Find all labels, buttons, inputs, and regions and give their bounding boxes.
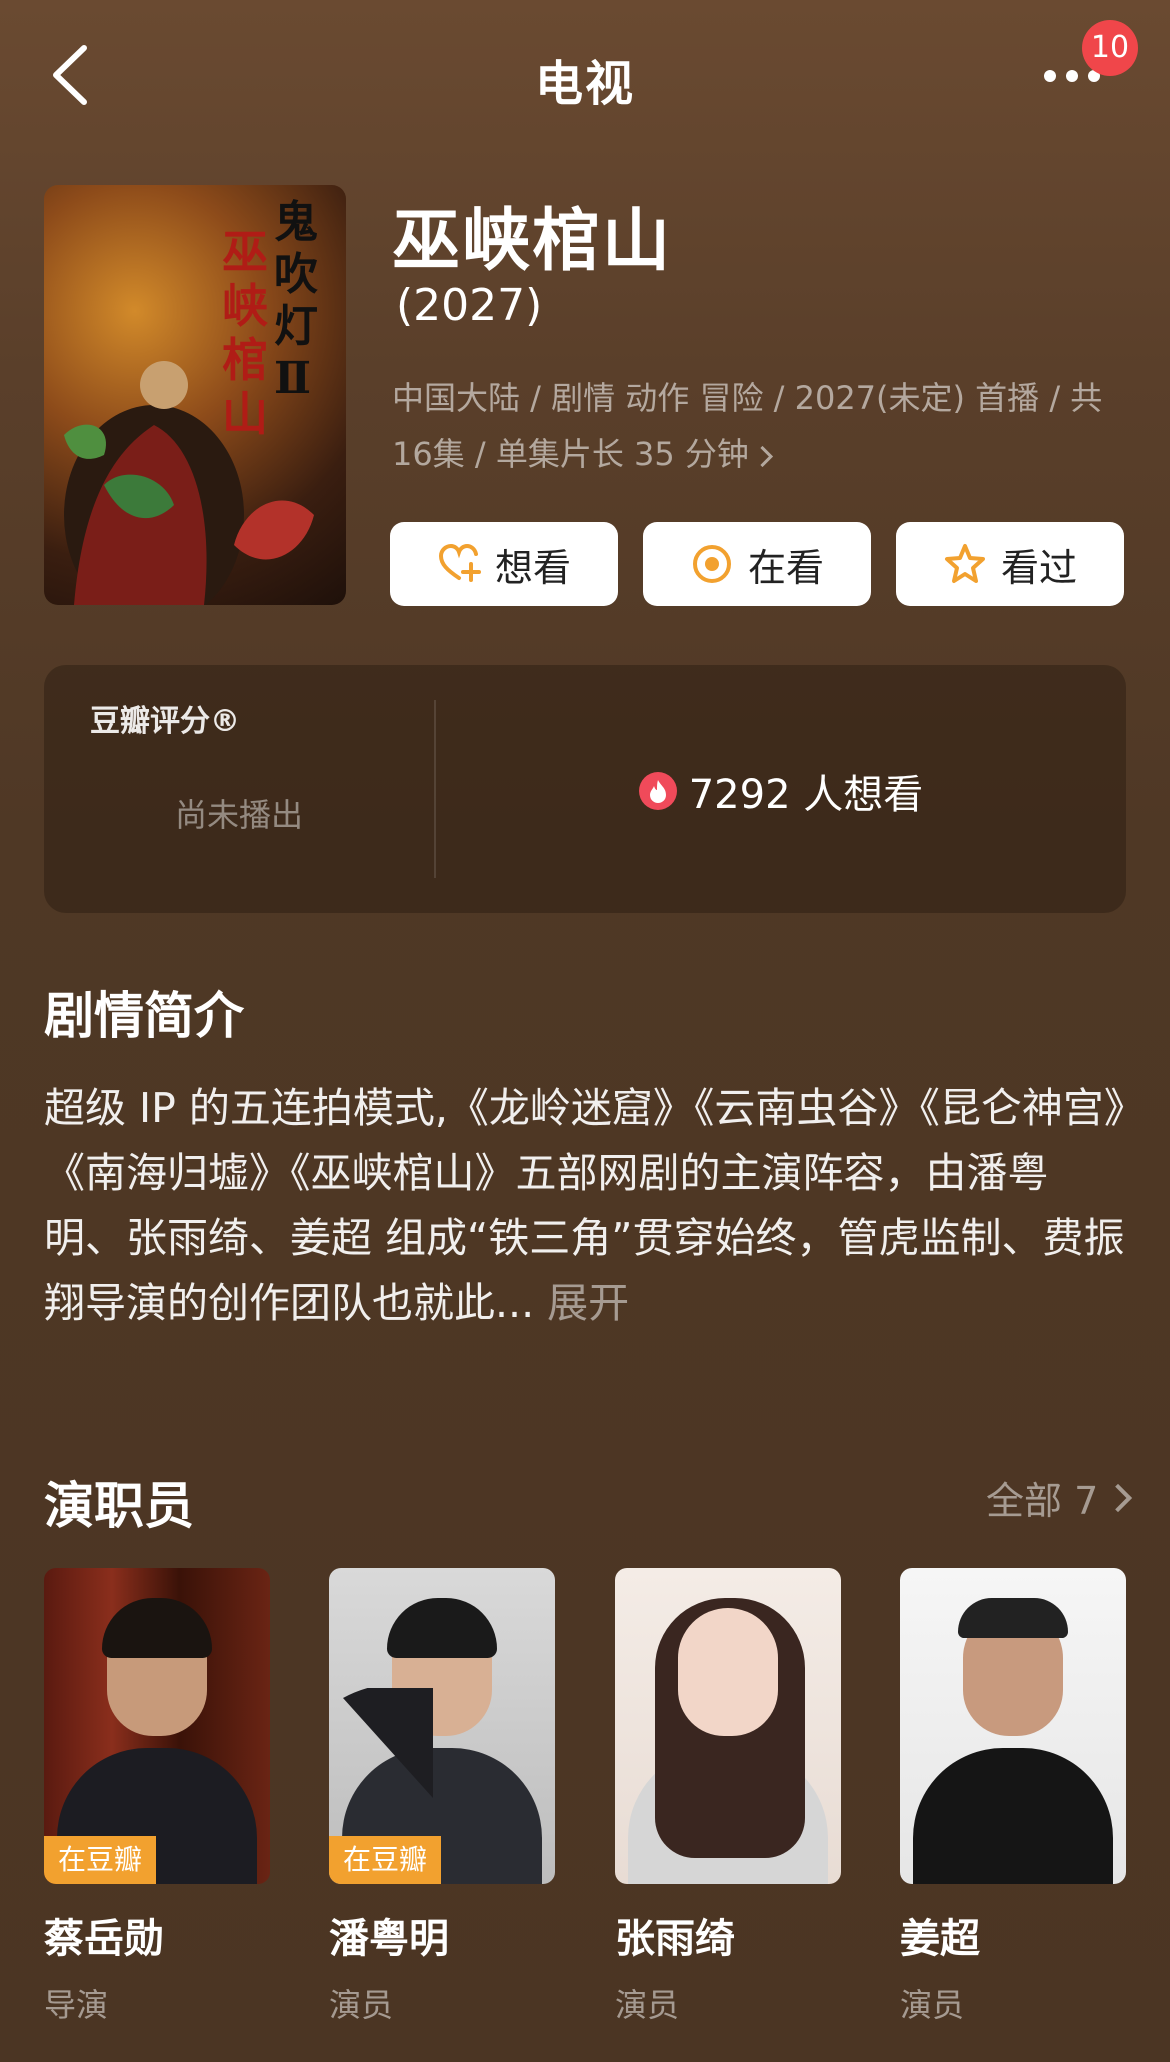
- cast-photo: [615, 1568, 841, 1884]
- poster-title-text: 鬼吹灯Ⅱ: [274, 197, 318, 404]
- rating-label: 豆瓣评分®: [90, 704, 240, 739]
- person-hair: [958, 1598, 1068, 1638]
- cast-tag: 在豆瓣: [329, 1836, 442, 1884]
- target-icon: [692, 545, 731, 583]
- watched-label: 看过: [1000, 545, 1077, 590]
- cast-card[interactable]: 在豆瓣 蔡岳勋 导演: [44, 1568, 270, 2026]
- person-head: [678, 1608, 778, 1736]
- cast-role: 演员: [900, 1986, 965, 2024]
- cast-role: 导演: [44, 1986, 109, 2024]
- synopsis-text: 超级 IP 的五连拍模式,《龙岭迷窟》《云南虫谷》《昆仑神宫》《南海归墟》《巫峡…: [44, 1076, 1126, 1336]
- cast-name: 张雨绮: [615, 1916, 735, 1962]
- cast-all-label: 全部 7: [986, 1479, 1099, 1523]
- poster-image[interactable]: 鬼吹灯Ⅱ 巫峡棺山: [44, 185, 346, 605]
- expand-link[interactable]: 展开: [547, 1279, 629, 1327]
- person-body: [913, 1748, 1113, 1884]
- show-title: 巫峡棺山: [392, 202, 673, 281]
- chevron-right-icon: [1104, 1483, 1133, 1512]
- want-to-watch-button[interactable]: 想看: [390, 522, 618, 606]
- cast-photo: 在豆瓣: [44, 1568, 270, 1884]
- cast-name: 潘粤明: [329, 1916, 449, 1962]
- fire-icon: [638, 772, 677, 810]
- chevron-right-icon: [751, 445, 774, 467]
- fan-icon: [343, 1688, 433, 1798]
- want-to-watch-label: 想看: [494, 545, 571, 590]
- want-count-text: 7292 人想看: [688, 772, 924, 818]
- synopsis-title: 剧情简介: [44, 987, 244, 1045]
- heart-plus-icon: [438, 543, 481, 582]
- cast-photo: 在豆瓣: [329, 1568, 555, 1884]
- cast-title: 演职员: [44, 1477, 194, 1535]
- cast-photo: [900, 1568, 1126, 1884]
- more-icon: [1044, 70, 1056, 82]
- cast-all-link[interactable]: 全部 7: [986, 1470, 1133, 1525]
- poster-subtitle-text: 巫峡棺山: [222, 225, 268, 441]
- show-meta-text: 中国大陆 / 剧情 动作 冒险 / 2027(未定) 首播 / 共16集 / 单…: [392, 379, 1103, 473]
- watching-label: 在看: [747, 545, 824, 590]
- more-icon-dot: [1066, 70, 1078, 82]
- person-hair: [387, 1598, 497, 1658]
- rating-status: 尚未播出: [174, 796, 303, 834]
- cast-name: 姜超: [900, 1916, 980, 1962]
- cast-tag: 在豆瓣: [44, 1836, 157, 1884]
- cast-name: 蔡岳勋: [44, 1916, 164, 1962]
- want-count[interactable]: 7292 人想看: [436, 762, 1126, 820]
- cast-card[interactable]: 姜超 演员: [900, 1568, 1126, 2026]
- star-icon: [944, 544, 985, 583]
- cast-role: 演员: [329, 1986, 394, 2024]
- cast-card[interactable]: 张雨绮 演员: [615, 1568, 841, 2026]
- cast-card[interactable]: 在豆瓣 潘粤明 演员: [329, 1568, 555, 2026]
- page-title: 电视: [534, 56, 635, 112]
- watched-button[interactable]: 看过: [896, 522, 1124, 606]
- cast-role: 演员: [615, 1986, 680, 2024]
- notification-badge: 10: [1082, 20, 1138, 76]
- watching-button[interactable]: 在看: [643, 522, 871, 606]
- show-year: (2027): [396, 280, 543, 331]
- person-hair: [102, 1598, 212, 1658]
- show-meta[interactable]: 中国大陆 / 剧情 动作 冒险 / 2027(未定) 首播 / 共16集 / 单…: [392, 370, 1132, 482]
